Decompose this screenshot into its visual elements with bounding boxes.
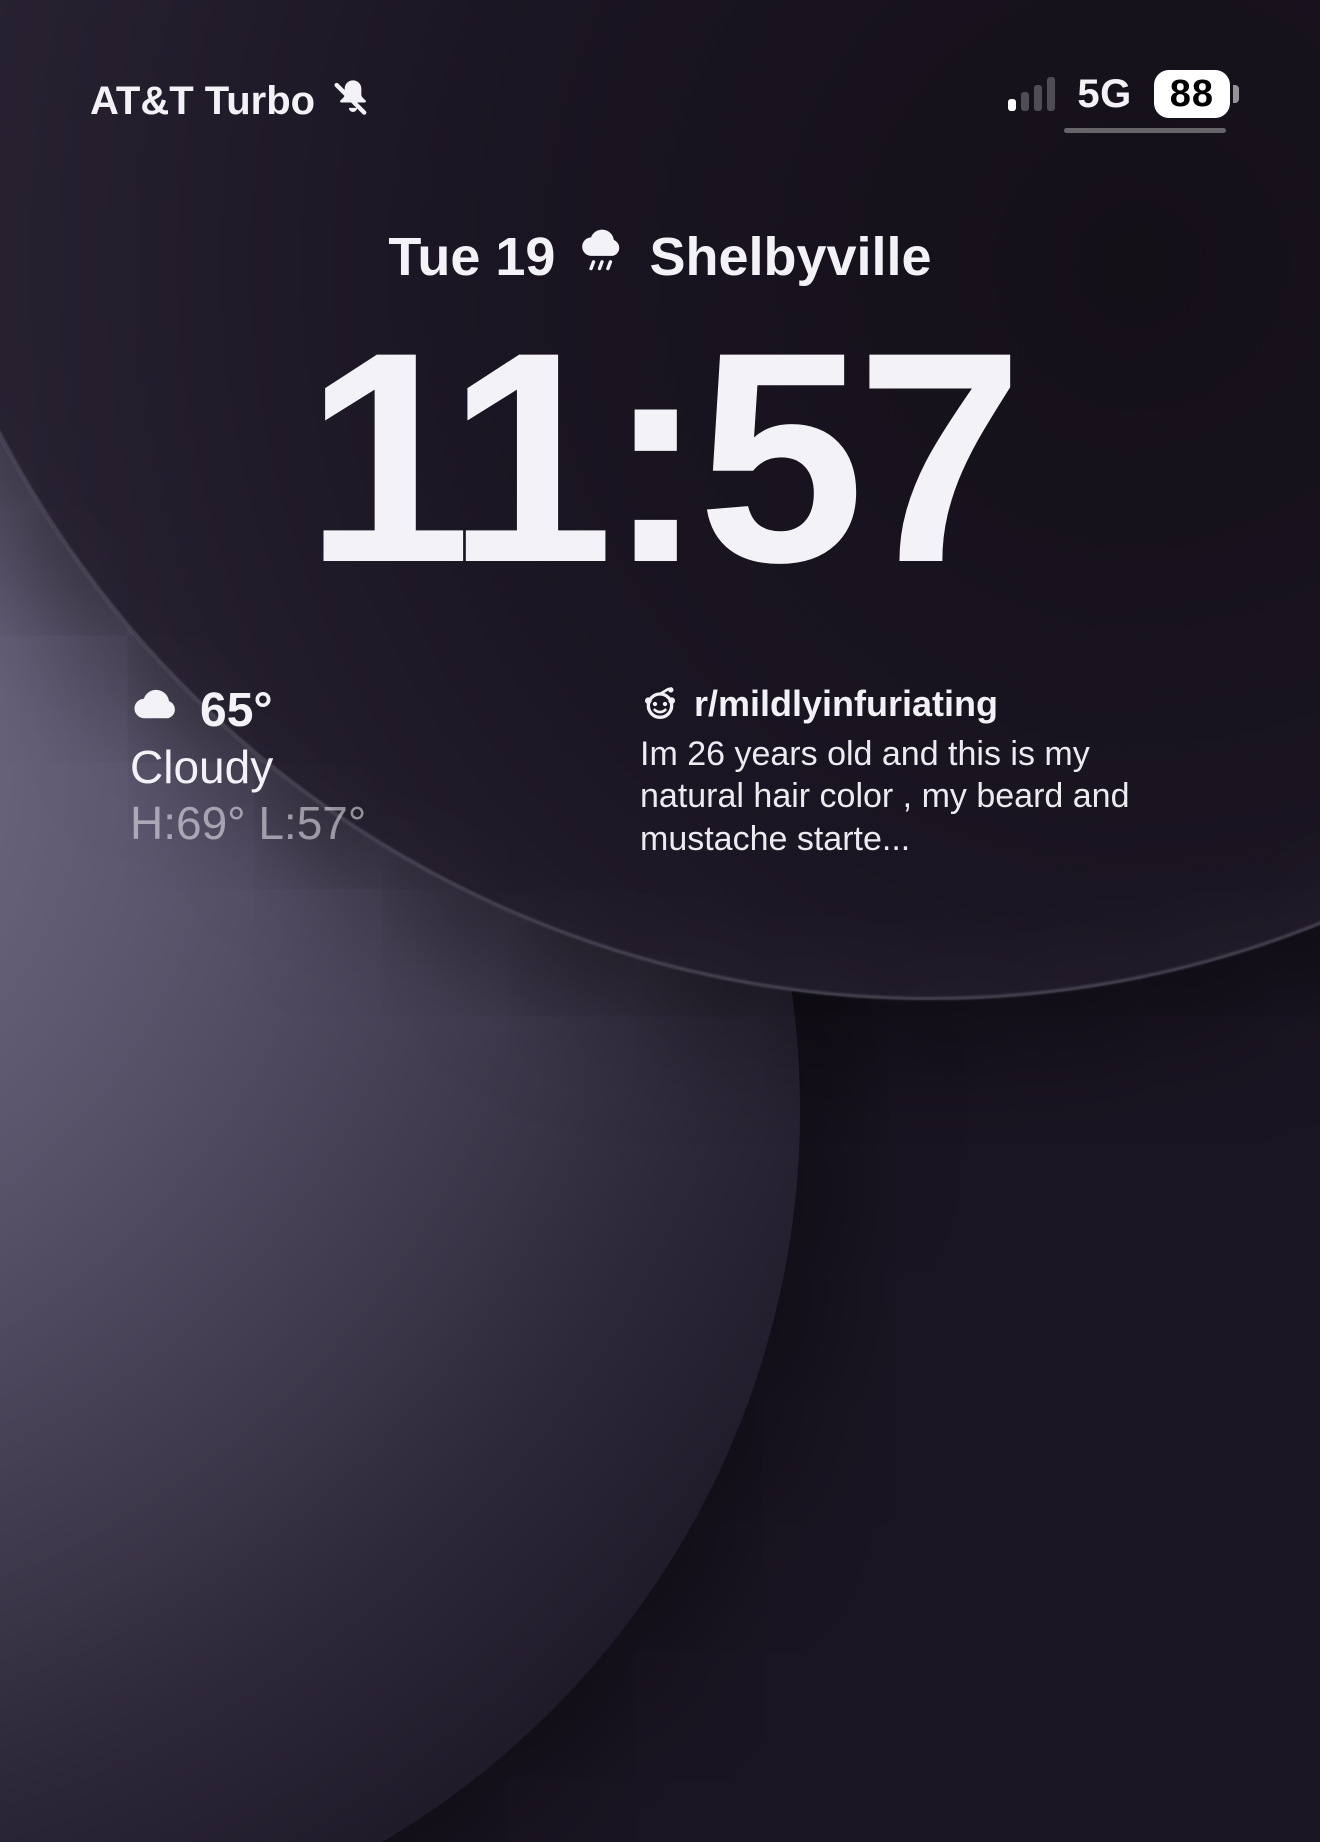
weather-temp: 65° xyxy=(200,683,273,738)
bell-slash-icon xyxy=(333,77,373,127)
status-underline xyxy=(1064,128,1226,133)
reddit-widget[interactable]: r/mildlyinfuriating Im 26 years old and … xyxy=(640,683,1200,861)
rain-cloud-icon xyxy=(575,223,629,290)
date-location-row: Tue 19 Shelbyville xyxy=(388,223,931,290)
network-type-label: 5G xyxy=(1077,72,1131,117)
lockscreen-location: Shelbyville xyxy=(649,226,931,288)
lockscreen-clock: Tue 19 Shelbyville 11:57 xyxy=(0,223,1320,600)
weather-high-low: H:69° L:57° xyxy=(130,796,366,850)
reddit-post-preview: Im 26 years old and this is my natural h… xyxy=(640,733,1200,861)
cloud-icon xyxy=(130,683,182,738)
cellular-signal-icon xyxy=(1008,77,1055,111)
battery-indicator: 88 xyxy=(1154,70,1230,118)
status-bar-left: AT&T Turbo xyxy=(90,77,373,127)
reddit-icon xyxy=(640,684,680,724)
weather-condition: Cloudy xyxy=(130,740,366,794)
status-bar-right: 5G 88 xyxy=(1008,70,1230,133)
weather-widget[interactable]: 65° Cloudy H:69° L:57° xyxy=(130,683,366,850)
battery-percentage: 88 xyxy=(1170,73,1214,116)
lockscreen-time: 11:57 xyxy=(305,315,1016,600)
reddit-subreddit: r/mildlyinfuriating xyxy=(694,683,998,725)
lockscreen-date: Tue 19 xyxy=(388,226,555,288)
carrier-label: AT&T Turbo xyxy=(90,79,315,124)
status-bar: AT&T Turbo 5G 88 xyxy=(0,0,1320,133)
